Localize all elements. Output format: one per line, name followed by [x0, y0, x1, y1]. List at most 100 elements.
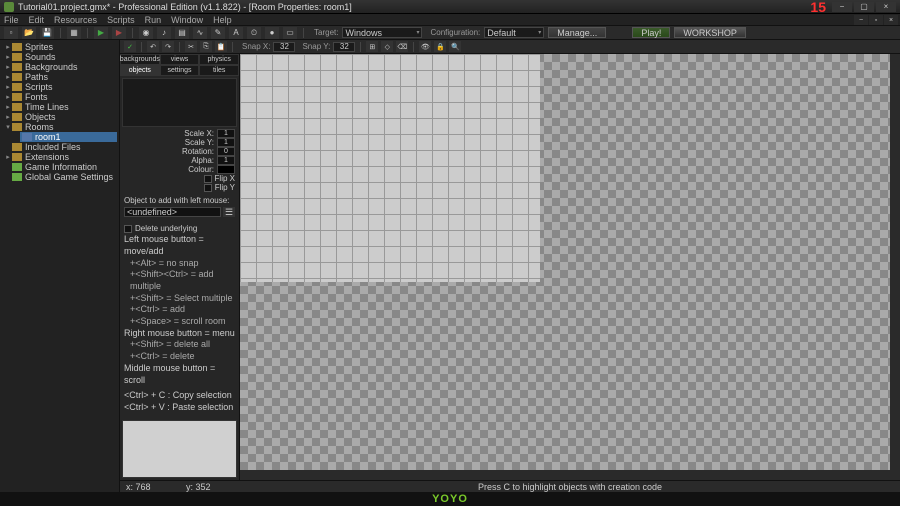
menu-help[interactable]: Help [213, 15, 232, 25]
snapx-input[interactable] [273, 42, 295, 52]
bg-icon[interactable]: ▤ [175, 27, 189, 39]
debug-icon[interactable]: ▶ [112, 27, 126, 39]
mdi-window-controls: − ▫ × [854, 15, 898, 25]
colour-swatch[interactable] [217, 165, 235, 174]
rotation-input[interactable] [217, 147, 235, 156]
menu-window[interactable]: Window [171, 15, 203, 25]
tree-included-files[interactable]: Included Files [2, 142, 117, 152]
new-project-icon[interactable]: ▫ [4, 27, 18, 39]
target-label: Target: [314, 28, 338, 37]
tab-tiles[interactable]: tiles [199, 65, 239, 76]
tree-sounds[interactable]: ▸Sounds [2, 52, 117, 62]
delete-underlying-label: Delete underlying [135, 224, 197, 233]
app-icon [4, 2, 14, 12]
tree-rooms[interactable]: ▾Rooms [2, 122, 117, 132]
status-x: x: 768 [126, 482, 186, 492]
sprite-icon[interactable]: ◉ [139, 27, 153, 39]
clear-icon[interactable]: ⌫ [396, 41, 408, 52]
cut-icon[interactable]: ✂ [185, 41, 197, 52]
snapy-label: Snap Y: [302, 42, 330, 51]
font-icon[interactable]: A [229, 27, 243, 39]
statusbar: x: 768 y: 352 Press C to highlight objec… [120, 480, 900, 492]
snapy-input[interactable] [333, 42, 355, 52]
run-icon[interactable]: ▶ [94, 27, 108, 39]
script-icon[interactable]: ✎ [211, 27, 225, 39]
snapx-label: Snap X: [242, 42, 270, 51]
room-grid [240, 54, 540, 282]
object-select[interactable]: <undefined> [124, 207, 221, 217]
flipx-checkbox[interactable] [204, 175, 212, 183]
tree-fonts[interactable]: ▸Fonts [2, 92, 117, 102]
tab-backgrounds[interactable]: backgrounds [120, 54, 160, 65]
menu-scripts[interactable]: Scripts [107, 15, 135, 25]
menu-run[interactable]: Run [145, 15, 162, 25]
object-add-label: Object to add with left mouse: [124, 196, 235, 205]
tab-objects[interactable]: objects [120, 65, 160, 76]
room-canvas[interactable] [240, 54, 900, 480]
tree-objects[interactable]: ▸Objects [2, 112, 117, 122]
tree-timelines[interactable]: ▸Time Lines [2, 102, 117, 112]
mdi-close-button[interactable]: × [884, 15, 898, 25]
tab-views[interactable]: views [160, 54, 200, 65]
zoom-icon[interactable]: 🔍 [449, 41, 461, 52]
tree-scripts[interactable]: ▸Scripts [2, 82, 117, 92]
delete-underlying-checkbox[interactable] [124, 225, 132, 233]
grid-icon[interactable]: ⊞ [366, 41, 378, 52]
horizontal-scrollbar[interactable] [240, 470, 890, 480]
minimize-button[interactable]: − [832, 2, 852, 12]
room-icon[interactable]: ▭ [283, 27, 297, 39]
colour-label: Colour: [188, 165, 214, 174]
flipy-label: Flip Y [215, 183, 235, 192]
manage-button[interactable]: Manage... [548, 27, 606, 38]
object-icon[interactable]: ● [265, 27, 279, 39]
object-menu-icon[interactable]: ☰ [223, 207, 235, 217]
new-resource-icon[interactable]: ▦ [67, 27, 81, 39]
scaley-input[interactable] [217, 138, 235, 147]
alpha-input[interactable] [217, 156, 235, 165]
timeline-icon[interactable]: ⏲ [247, 27, 261, 39]
alpha-label: Alpha: [191, 156, 214, 165]
rotation-label: Rotation: [182, 147, 214, 156]
tree-paths[interactable]: ▸Paths [2, 72, 117, 82]
tree-room1[interactable]: room1 [20, 132, 117, 142]
copy-icon[interactable]: ⎘ [200, 41, 212, 52]
tree-sprites[interactable]: ▸Sprites [2, 42, 117, 52]
open-icon[interactable]: 📂 [22, 27, 36, 39]
play-button[interactable]: Play! [632, 27, 670, 38]
menu-file[interactable]: File [4, 15, 19, 25]
workshop-button[interactable]: WORKSHOP [674, 27, 746, 38]
lock-icon[interactable]: 🔒 [434, 41, 446, 52]
vertical-scrollbar[interactable] [890, 54, 900, 480]
tree-backgrounds[interactable]: ▸Backgrounds [2, 62, 117, 72]
room-editor: ✓ ↶ ↷ ✂ ⎘ 📋 Snap X: Snap Y: ⊞ ◇ ⌫ 👁 🔒 🔍 [120, 40, 900, 492]
menu-edit[interactable]: Edit [29, 15, 45, 25]
tree-game-info[interactable]: Game Information [2, 162, 117, 172]
mdi-restore-button[interactable]: ▫ [869, 15, 883, 25]
scalex-input[interactable] [217, 129, 235, 138]
room-toolbar: ✓ ↶ ↷ ✂ ⎘ 📋 Snap X: Snap Y: ⊞ ◇ ⌫ 👁 🔒 🔍 [120, 40, 900, 54]
paste-icon[interactable]: 📋 [215, 41, 227, 52]
undo-icon[interactable]: ↶ [147, 41, 159, 52]
config-select[interactable]: Default [484, 27, 544, 38]
save-icon[interactable]: 💾 [40, 27, 54, 39]
iso-icon[interactable]: ◇ [381, 41, 393, 52]
tree-extensions[interactable]: ▸Extensions [2, 152, 117, 162]
target-select[interactable]: Windows [342, 27, 422, 38]
status-message: Press C to highlight objects with creati… [246, 482, 894, 492]
tab-settings[interactable]: settings [160, 65, 200, 76]
flipy-checkbox[interactable] [204, 184, 212, 192]
path-icon[interactable]: ∿ [193, 27, 207, 39]
scaley-label: Scale Y: [185, 138, 214, 147]
redo-icon[interactable]: ↷ [162, 41, 174, 52]
sound-icon[interactable]: ♪ [157, 27, 171, 39]
show-icon[interactable]: 👁 [419, 41, 431, 52]
menu-resources[interactable]: Resources [54, 15, 97, 25]
tab-physics[interactable]: physics [199, 54, 239, 65]
flipx-label: Flip X [215, 174, 235, 183]
confirm-icon[interactable]: ✓ [124, 41, 136, 52]
mdi-minimize-button[interactable]: − [854, 15, 868, 25]
close-button[interactable]: × [876, 2, 896, 12]
resource-tree: ▸Sprites ▸Sounds ▸Backgrounds ▸Paths ▸Sc… [0, 40, 120, 492]
maximize-button[interactable]: ▢ [854, 2, 874, 12]
tree-global-settings[interactable]: Global Game Settings [2, 172, 117, 182]
